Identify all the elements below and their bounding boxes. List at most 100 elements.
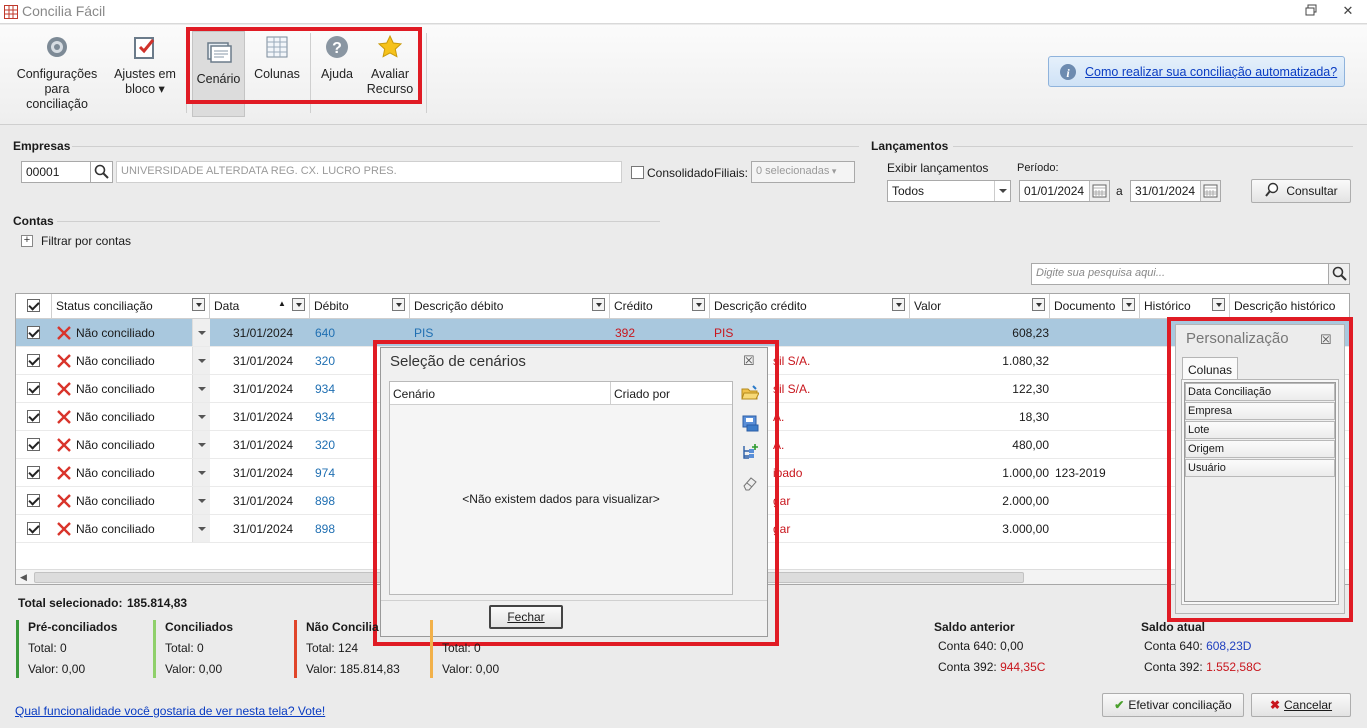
calendar-icon[interactable] (1089, 181, 1109, 201)
header-desc-historico[interactable]: Descrição histórico (1230, 294, 1349, 318)
vote-link[interactable]: Qual funcionalidade você gostaria de ver… (15, 704, 325, 718)
cancelar-label: Cancelar (1284, 698, 1333, 712)
row-checkbox[interactable] (27, 326, 40, 339)
filter-icon[interactable] (892, 298, 905, 311)
efetivar-conciliacao-button[interactable]: ✔ Efetivar conciliação (1102, 693, 1244, 717)
not-reconciled-icon (57, 466, 71, 480)
status-dropdown[interactable] (192, 515, 210, 542)
filiais-dropdown[interactable]: 0 selecionadas ▾ (751, 161, 855, 183)
cancelar-button[interactable]: ✖ Cancelar (1251, 693, 1351, 717)
help-link[interactable]: Como realizar sua conciliação automatiza… (1085, 65, 1337, 79)
status-dropdown[interactable] (192, 347, 210, 374)
calendar-icon[interactable] (1200, 181, 1220, 201)
row-checkbox[interactable] (27, 522, 40, 535)
saldo-anterior-l1-label: Conta 640: (938, 639, 997, 653)
desc-credito-cell: gar (773, 522, 791, 536)
search-button[interactable] (1328, 263, 1350, 285)
status-cell: Não conciliado (76, 494, 155, 508)
column-option-item[interactable]: Data Conciliação (1185, 383, 1335, 401)
configuracoes-button[interactable]: Configurações para conciliação (12, 33, 102, 112)
select-all-checkbox[interactable] (27, 299, 40, 312)
pre-title: Pré-conciliados (28, 620, 118, 634)
status-dropdown[interactable] (192, 375, 210, 402)
row-checkbox[interactable] (27, 494, 40, 507)
filtrar-contas-link[interactable]: Filtrar por contas (41, 234, 131, 248)
eraser-icon[interactable] (741, 474, 759, 492)
row-checkbox[interactable] (27, 382, 40, 395)
date-from-input[interactable]: 01/01/2024 (1019, 180, 1110, 202)
filter-icon[interactable] (692, 298, 705, 311)
personalizacao-panel: Personalização ☒ Colunas Data Conciliaçã… (1175, 324, 1345, 614)
status-dropdown[interactable] (192, 487, 210, 514)
filter-icon[interactable] (1122, 298, 1135, 311)
cenario-button[interactable]: Cenário (192, 31, 245, 117)
restore-icon[interactable] (1305, 4, 1321, 18)
row-checkbox[interactable] (27, 410, 40, 423)
column-option-item[interactable]: Empresa (1185, 402, 1335, 420)
row-checkbox[interactable] (27, 466, 40, 479)
header-credito[interactable]: Crédito (610, 294, 710, 318)
header-documento[interactable]: Documento (1050, 294, 1140, 318)
status-dropdown[interactable] (192, 431, 210, 458)
consolidado-checkbox[interactable] (631, 166, 644, 179)
data-cell: 31/01/2024 (233, 410, 294, 424)
valor-cell: 480,00 (1012, 438, 1049, 452)
row-checkbox[interactable] (27, 438, 40, 451)
header-historico[interactable]: Histórico (1140, 294, 1230, 318)
close-icon[interactable]: ☒ (1320, 332, 1332, 348)
header-criado-por[interactable]: Criado por (611, 382, 732, 405)
filter-icon[interactable] (1032, 298, 1045, 311)
filter-icon[interactable] (292, 298, 305, 311)
header-desc-credito[interactable]: Descrição crédito (710, 294, 910, 318)
status-dropdown[interactable] (192, 459, 210, 486)
checklist-icon (131, 33, 159, 61)
status-dropdown[interactable] (192, 403, 210, 430)
ajuda-button[interactable]: ? Ajuda (316, 33, 358, 82)
empresa-code-input[interactable]: 00001 (21, 161, 91, 183)
tab-colunas[interactable]: Colunas (1182, 357, 1238, 380)
header-debito[interactable]: Débito (310, 294, 410, 318)
ajustes-em-bloco-button[interactable]: Ajustes em bloco ▾ (112, 33, 178, 97)
fechar-button[interactable]: Fechar (489, 605, 563, 629)
row-checkbox[interactable] (27, 354, 40, 367)
column-option-item[interactable]: Usuário (1185, 459, 1335, 477)
search-placeholder: Digite sua pesquisa aqui... (1036, 267, 1166, 279)
exibir-select[interactable]: Todos (887, 180, 1011, 202)
expand-icon[interactable]: + (21, 235, 33, 247)
help-icon: ? (323, 33, 351, 61)
search-empresa-button[interactable] (90, 161, 113, 183)
filter-icon[interactable] (592, 298, 605, 311)
header-cenario[interactable]: Cenário (390, 382, 611, 405)
filter-icon[interactable] (1212, 298, 1225, 311)
data-cell: 31/01/2024 (233, 354, 294, 368)
filter-icon[interactable] (392, 298, 405, 311)
close-icon[interactable]: ☒ (743, 353, 755, 369)
header-desc-debito[interactable]: Descrição débito (410, 294, 610, 318)
valor-cell: 3.000,00 (1002, 522, 1049, 536)
search-input[interactable]: Digite sua pesquisa aqui... (1031, 263, 1329, 285)
header-data[interactable]: Data ▲ (210, 294, 310, 318)
not-reconciled-icon (57, 382, 71, 396)
table-row[interactable]: Não conciliado 31/01/2024 640 PIS 392 PIS 608,… (16, 319, 1349, 347)
select-all-header[interactable] (16, 294, 52, 318)
dialog-title: Seleção de cenários (390, 353, 526, 370)
help-link-box[interactable]: i Como realizar sua conciliação automati… (1048, 56, 1345, 87)
avaliar-recurso-button[interactable]: Avaliar Recurso (362, 33, 418, 97)
date-to-input[interactable]: 31/01/2024 (1130, 180, 1221, 202)
filter-icon[interactable] (192, 298, 205, 311)
column-option-item[interactable]: Origem (1185, 440, 1335, 458)
consolidado-label: Consolidado (647, 166, 714, 180)
consultar-button[interactable]: Consultar (1251, 179, 1351, 203)
close-window-icon[interactable]: ✕ (1340, 4, 1356, 18)
scroll-left-icon[interactable]: ◀ (20, 572, 27, 583)
status-dropdown[interactable] (192, 319, 210, 346)
header-status[interactable]: Status conciliação (52, 294, 210, 318)
new-scenario-icon[interactable] (741, 443, 759, 461)
saldo-atual-l2-label: Conta 392: (1144, 660, 1203, 674)
header-valor[interactable]: Valor (910, 294, 1050, 318)
save-scenario-icon[interactable] (741, 414, 759, 432)
open-folder-icon[interactable] (741, 384, 759, 402)
colunas-button[interactable]: Colunas (250, 33, 304, 82)
column-option-item[interactable]: Lote (1185, 421, 1335, 439)
check-icon: ✔ (1114, 698, 1125, 712)
